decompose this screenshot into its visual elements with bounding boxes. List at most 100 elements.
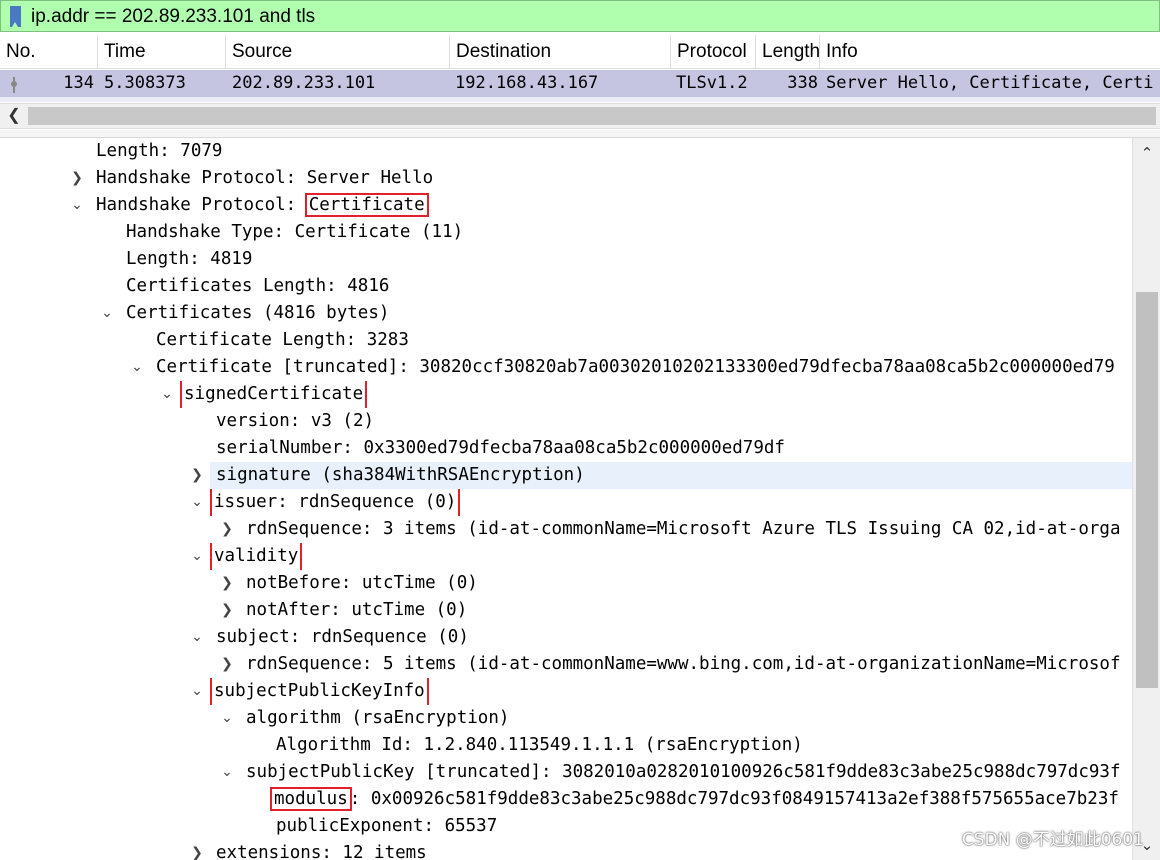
chevron-right-icon[interactable]: ❯ xyxy=(217,570,237,597)
column-header-time[interactable]: Time xyxy=(98,35,226,69)
packet-length: 338 xyxy=(787,73,818,93)
tree-item-label: subjectPublicKey [truncated]: 3082010a02… xyxy=(246,762,1121,782)
packet-info: Server Hello, Certificate, Certi xyxy=(826,73,1154,93)
chevron-right-icon[interactable]: ❯ xyxy=(187,840,207,860)
annotated-validity: validity xyxy=(209,543,303,570)
chevron-down-icon[interactable]: ⌄ xyxy=(97,300,117,327)
tree-item-label: Length: 4819 xyxy=(126,249,253,269)
chevron-down-icon[interactable]: ⌄ xyxy=(187,678,207,705)
tree-item-label: signature (sha384WithRSAEncryption) xyxy=(216,465,585,485)
tree-item-length-4819[interactable]: Length: 4819 xyxy=(0,246,1132,273)
tree-item-label: rdnSequence: 5 items (id-at-commonName=w… xyxy=(246,654,1121,674)
display-filter-bar: ip.addr == 202.89.233.101 and tls xyxy=(0,0,1160,32)
packet-details-pane: Length: 7079 ❯ Handshake Protocol: Serve… xyxy=(0,138,1132,860)
tree-item-issuer-rdn-sequence[interactable]: ❯ rdnSequence: 3 items (id-at-commonName… xyxy=(0,516,1132,543)
tree-item-label: publicExponent: 65537 xyxy=(276,816,498,836)
tree-item-label: subject: rdnSequence (0) xyxy=(216,627,469,647)
tree-item-certificates[interactable]: ⌄ Certificates (4816 bytes) xyxy=(0,300,1132,327)
tree-item-value: : 0x00926c581f9dde83c3abe25c988dc797dc93… xyxy=(349,789,1119,809)
scroll-left-icon[interactable]: ❮ xyxy=(2,104,26,128)
column-header-info[interactable]: Info xyxy=(820,35,1160,69)
tree-item-signature[interactable]: signature (sha384WithRSAEncryption) xyxy=(210,462,1132,489)
chevron-down-icon[interactable]: ⌄ xyxy=(157,381,177,408)
tree-item-modulus[interactable]: modulus: 0x00926c581f9dde83c3abe25c988dc… xyxy=(0,786,1132,813)
tree-item-label: Handshake Protocol: xyxy=(96,168,307,188)
column-header-no[interactable]: No. xyxy=(0,35,98,69)
chevron-down-icon[interactable]: ⌄ xyxy=(217,759,237,786)
tree-item-algorithm[interactable]: ⌄ algorithm (rsaEncryption) xyxy=(0,705,1132,732)
tree-item-label: Algorithm Id: 1.2.840.113549.1.1.1 (rsaE… xyxy=(276,735,803,755)
tree-item-certificate-truncated[interactable]: ⌄ Certificate [truncated]: 30820ccf30820… xyxy=(0,354,1132,381)
chevron-down-icon[interactable]: ⌄ xyxy=(67,192,87,219)
annotated-modulus: modulus xyxy=(270,787,352,811)
column-header-destination[interactable]: Destination xyxy=(450,35,671,69)
chevron-down-icon[interactable]: ⌄ xyxy=(127,354,147,381)
tree-item-label: Handshake Type: Certificate (11) xyxy=(126,222,464,242)
tree-item-value: Server Hello xyxy=(306,168,434,188)
column-header-protocol[interactable]: Protocol xyxy=(671,35,756,69)
tree-item-label: Certificates (4816 bytes) xyxy=(126,303,390,323)
tree-item-label: Certificates Length: 4816 xyxy=(126,276,390,296)
tree-item-label: notAfter: utcTime (0) xyxy=(246,600,468,620)
chevron-right-icon[interactable]: ❯ xyxy=(187,462,207,489)
tree-item-handshake-type[interactable]: Handshake Type: Certificate (11) xyxy=(0,219,1132,246)
related-packet-icon xyxy=(11,77,17,93)
column-header-source[interactable]: Source xyxy=(226,35,450,69)
chevron-down-icon[interactable]: ⌄ xyxy=(217,705,237,732)
annotated-certificate: Certificate xyxy=(304,193,429,217)
chevron-right-icon[interactable]: ❯ xyxy=(67,165,87,192)
tree-item-validity[interactable]: ⌄ validity xyxy=(0,543,1132,570)
annotated-subject-public-key-info: subjectPublicKeyInfo xyxy=(210,678,429,705)
annotated-issuer: issuer: rdnSequence (0) xyxy=(209,489,461,516)
tree-item-label: Certificate Length: 3283 xyxy=(156,330,409,350)
packet-source: 202.89.233.101 xyxy=(232,73,376,93)
tree-item-signed-certificate[interactable]: ⌄ signedCertificate xyxy=(0,381,1132,408)
tree-item-not-before[interactable]: ❯ notBefore: utcTime (0) xyxy=(0,570,1132,597)
display-filter-input[interactable]: ip.addr == 202.89.233.101 and tls xyxy=(31,5,1141,29)
pane-splitter[interactable] xyxy=(0,130,1160,138)
packet-row-partial xyxy=(0,97,1160,102)
scroll-up-icon[interactable]: ⌃ xyxy=(1133,142,1160,166)
tree-item-algorithm-id[interactable]: Algorithm Id: 1.2.840.113549.1.1.1 (rsaE… xyxy=(0,732,1132,759)
chevron-down-icon[interactable]: ⌄ xyxy=(187,489,207,516)
tree-item-serial-number[interactable]: serialNumber: 0x3300ed79dfecba78aa08ca5b… xyxy=(0,435,1132,462)
tree-item-version[interactable]: version: v3 (2) xyxy=(0,408,1132,435)
packet-destination: 192.168.43.167 xyxy=(455,73,599,93)
hscroll-thumb[interactable] xyxy=(28,107,1156,125)
chevron-down-icon[interactable]: ⌄ xyxy=(187,543,207,570)
annotated-signed-certificate: signedCertificate xyxy=(179,381,368,408)
tree-item-label: notBefore: utcTime (0) xyxy=(246,573,478,593)
column-header-length[interactable]: Length xyxy=(756,35,820,69)
tree-item-subject-public-key-info[interactable]: ⌄ subjectPublicKeyInfo xyxy=(0,678,1132,705)
chevron-right-icon[interactable]: ❯ xyxy=(217,651,237,678)
tree-item-label: extensions: 12 items xyxy=(216,843,427,860)
chevron-right-icon[interactable]: ❯ xyxy=(217,597,237,624)
chevron-down-icon[interactable]: ⌄ xyxy=(187,624,207,651)
tree-item-subject-rdn-sequence[interactable]: ❯ rdnSequence: 5 items (id-at-commonName… xyxy=(0,651,1132,678)
packet-row-selected[interactable]: 134 5.308373 202.89.233.101 192.168.43.1… xyxy=(0,70,1160,97)
tree-item-label: Handshake Protocol: xyxy=(96,195,307,215)
packet-no: 134 xyxy=(63,73,94,93)
tree-item-length[interactable]: Length: 7079 xyxy=(0,138,1132,165)
chevron-right-icon[interactable]: ❯ xyxy=(217,516,237,543)
tree-item-label: version: v3 (2) xyxy=(216,411,375,431)
packet-list-hscrollbar[interactable]: ❮ xyxy=(0,103,1160,129)
tree-item-handshake-certificate[interactable]: ⌄ Handshake Protocol: Certificate xyxy=(0,192,1132,219)
tree-item-subject-public-key[interactable]: ⌄ subjectPublicKey [truncated]: 3082010a… xyxy=(0,759,1132,786)
tree-item-issuer[interactable]: ⌄ issuer: rdnSequence (0) xyxy=(0,489,1132,516)
bookmark-icon[interactable] xyxy=(10,6,21,27)
vscroll-thumb[interactable] xyxy=(1136,292,1158,688)
details-vscrollbar[interactable]: ⌃ ⌄ xyxy=(1132,138,1160,860)
tree-item-label: Certificate [truncated]: 30820ccf30820ab… xyxy=(156,357,1115,377)
packet-protocol: TLSv1.2 xyxy=(676,73,748,93)
tree-item-certificates-length[interactable]: Certificates Length: 4816 xyxy=(0,273,1132,300)
tree-item-certificate-length[interactable]: Certificate Length: 3283 xyxy=(0,327,1132,354)
tree-item-label: serialNumber: 0x3300ed79dfecba78aa08ca5b… xyxy=(216,438,785,458)
packet-list-header: No. Time Source Destination Protocol Len… xyxy=(0,35,1160,69)
tree-item-subject[interactable]: ⌄ subject: rdnSequence (0) xyxy=(0,624,1132,651)
tree-item-not-after[interactable]: ❯ notAfter: utcTime (0) xyxy=(0,597,1132,624)
tree-item-label: algorithm (rsaEncryption) xyxy=(246,708,510,728)
tree-item-label: rdnSequence: 3 items (id-at-commonName=M… xyxy=(246,519,1121,539)
packet-time: 5.308373 xyxy=(104,73,186,93)
tree-item-handshake-server-hello[interactable]: ❯ Handshake Protocol: Server Hello xyxy=(0,165,1132,192)
